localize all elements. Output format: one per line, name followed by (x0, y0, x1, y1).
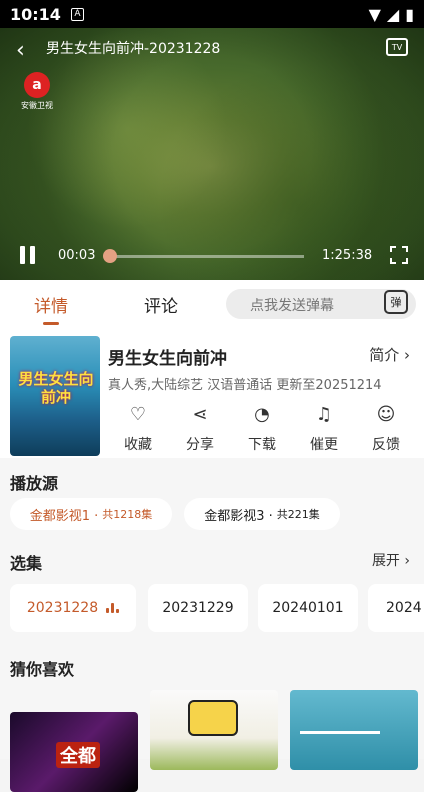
tab-comments[interactable]: 评论 (144, 292, 178, 317)
sources-heading: 播放源 (10, 474, 59, 493)
urge-update-button[interactable]: ♫ 催更 (294, 404, 354, 454)
progress-track[interactable] (110, 255, 304, 258)
download-icon: ◔ (254, 404, 270, 425)
feedback-icon: ☺ (376, 404, 396, 425)
notification-icon: A (70, 7, 84, 21)
back-arrow-icon[interactable]: ‹ (16, 38, 25, 63)
episode-item[interactable]: 20240101 (258, 584, 358, 632)
source-item[interactable]: 金都影视1 · 共1218集 (10, 498, 172, 530)
battery-icon: ▮ (405, 4, 414, 24)
playing-indicator-icon (106, 603, 120, 613)
episode-item[interactable]: 20231229 (148, 584, 248, 632)
expand-episodes-link[interactable]: 展开 › (372, 550, 410, 570)
show-meta: 真人秀,大陆综艺 汉语普通话 更新至20251214 (108, 378, 382, 393)
recommend-heading: 猜你喜欢 (10, 660, 75, 679)
heart-icon: ♡ (129, 404, 147, 425)
source-item[interactable]: 金都影视3 · 共221集 (184, 498, 340, 530)
show-logo-icon (188, 700, 238, 736)
wifi-icon: ▼ (368, 4, 381, 24)
progress-thumb[interactable] (103, 249, 118, 263)
recommend-item[interactable]: 全都 (10, 712, 138, 792)
cast-tv-icon[interactable]: TV (386, 38, 408, 56)
share-button[interactable]: ⋖ 分享 (170, 404, 230, 454)
intro-link[interactable]: 简介 › (369, 344, 410, 365)
active-tab-indicator (43, 322, 59, 325)
favorite-button[interactable]: ♡ 收藏 (108, 404, 168, 454)
video-title: 男生女生向前冲-20231228 (46, 41, 221, 57)
feedback-button[interactable]: ☺ 反馈 (356, 404, 416, 454)
pause-icon[interactable] (20, 246, 36, 264)
share-icon: ⋖ (192, 404, 208, 425)
recommend-item[interactable] (290, 690, 418, 770)
signal-icon: ◢ (386, 4, 400, 24)
show-cover[interactable]: 男生女生向前冲 (10, 336, 100, 456)
tab-details[interactable]: 详情 (34, 292, 68, 317)
action-bar: ♡ 收藏 ⋖ 分享 ◔ 下载 ♫ 催更 ☺ 反馈 (108, 404, 424, 464)
bell-icon: ♫ (315, 404, 333, 425)
tab-bar: 详情 评论 点我发送弹幕 弹 (0, 280, 424, 328)
episode-item[interactable]: 20231228 (10, 584, 136, 632)
status-bar: 10:14 A ▼ ◢ ▮ (0, 0, 424, 28)
show-title: 男生女生向前冲 (108, 349, 227, 369)
total-time: 1:25:38 (322, 248, 373, 263)
danmu-toggle-icon[interactable]: 弹 (384, 290, 408, 314)
episodes-heading: 选集 (10, 554, 43, 573)
status-time: 10:14 (10, 4, 61, 24)
player-controls: 00:03 1:25:38 (0, 230, 424, 280)
video-player[interactable]: ‹ 男生女生向前冲-20231228 a 安徽卫视 TV 00:03 1:25:… (0, 28, 424, 280)
show-logo-icon (300, 704, 380, 734)
recommend-item[interactable] (150, 690, 278, 770)
channel-logo: a 安徽卫视 (14, 72, 60, 112)
episode-item[interactable]: 2024 (368, 584, 424, 632)
download-button[interactable]: ◔ 下载 (232, 404, 292, 454)
current-time: 00:03 (58, 248, 96, 263)
fullscreen-icon[interactable] (390, 246, 408, 264)
